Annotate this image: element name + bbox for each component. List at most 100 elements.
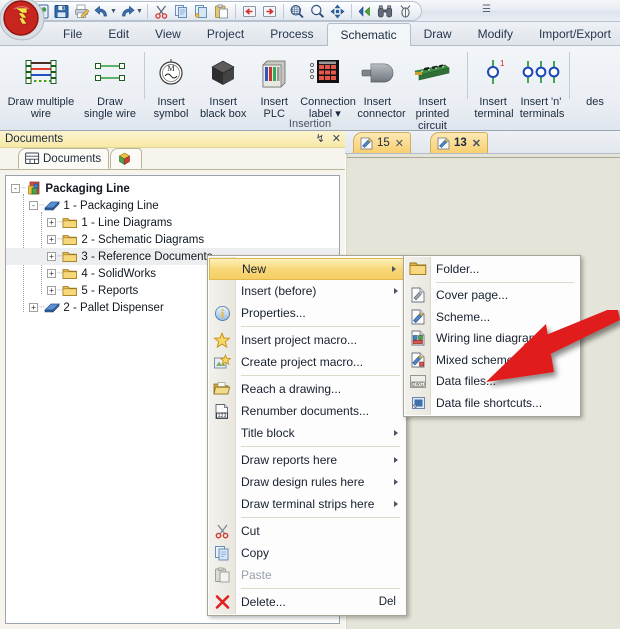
tree-node-schematic-diagrams[interactable]: + ┄ 2 - Schematic Diagrams (6, 231, 339, 248)
ribbon-insert-plc[interactable]: Insert PLC (252, 48, 296, 120)
tree-node-packaging-line[interactable]: - ┄ Packaging Line (6, 180, 339, 197)
menu-item-properties[interactable]: Properties... (208, 302, 406, 324)
tree-expander[interactable]: + (47, 235, 56, 244)
submenu-item-data-file-shortcuts[interactable]: Data file shortcuts... (404, 392, 580, 414)
bug-icon[interactable] (396, 2, 415, 20)
redo-dropdown-icon[interactable]: ▼ (136, 8, 143, 15)
menu-separator (241, 446, 400, 447)
ribbon-label: Connection label ▾ (300, 96, 356, 120)
previous-folio-icon[interactable] (240, 2, 259, 20)
svg-text:M: M (168, 64, 175, 73)
tree-expander[interactable]: + (47, 252, 56, 261)
submenu-item-folder[interactable]: Folder... (404, 258, 580, 280)
editor-tab-13[interactable]: 13 ✕ (430, 132, 489, 153)
tab-project[interactable]: Project (194, 23, 257, 46)
menu-item-new[interactable]: New (209, 258, 405, 280)
submenu-item-cover-page[interactable]: Cover page... (404, 285, 580, 307)
tree-node-1-packaging-line[interactable]: - ┄ 1 - Packaging Line (6, 197, 339, 214)
svg-text:DWG: DWG (412, 381, 423, 386)
copy-icon (212, 544, 232, 562)
info-icon (212, 304, 232, 322)
close-icon[interactable]: ✕ (395, 137, 404, 150)
tab-process[interactable]: Process (257, 23, 326, 46)
redo-icon[interactable] (118, 2, 137, 20)
submenu-item-mixed-scheme[interactable]: Mixed scheme... (404, 349, 580, 371)
save-icon[interactable] (52, 2, 71, 20)
close-icon[interactable]: ✕ (332, 134, 341, 145)
tree-expander[interactable]: + (47, 286, 56, 295)
menu-item-copy[interactable]: Copy (208, 542, 406, 564)
panel-tab-components[interactable] (110, 148, 142, 169)
zoom-icon[interactable] (308, 2, 327, 20)
copy-icon[interactable] (172, 2, 191, 20)
svg-text:123: 123 (217, 413, 226, 419)
tree-connector: ┄ (57, 268, 63, 278)
pin-icon[interactable]: ↯ (316, 134, 325, 145)
menu-item-title-block[interactable]: Title block (208, 422, 406, 444)
tab-edit[interactable]: Edit (95, 23, 142, 46)
menu-item-draw-design-rules-here[interactable]: Draw design rules here (208, 471, 406, 493)
tree-connector: ┄ (39, 200, 45, 210)
menu-item-draw-terminal-strips-here[interactable]: Draw terminal strips here (208, 493, 406, 515)
submenu-item-scheme[interactable]: Scheme... (404, 306, 580, 328)
zoom-window-icon[interactable] (288, 2, 307, 20)
menu-item-label: Draw terminal strips here (241, 497, 375, 511)
ribbon-draw-single-wire[interactable]: Draw single wire (79, 48, 141, 120)
ribbon-insert-n-terminals[interactable]: Insert 'n' terminals (516, 48, 566, 120)
tab-draw[interactable]: Draw (411, 23, 465, 46)
tab-schematic[interactable]: Schematic (326, 23, 411, 46)
print-icon[interactable] (72, 2, 91, 20)
menu-item-insert-before[interactable]: Insert (before) (208, 280, 406, 302)
ribbon-connection-label[interactable]: Connection label ▾ (296, 48, 356, 120)
paste-icon[interactable] (212, 2, 231, 20)
copy-special-icon[interactable] (192, 2, 211, 20)
tree-expander[interactable]: + (47, 218, 56, 227)
tree-node-label: 5 - Reports (81, 284, 139, 297)
ribbon-draw-multiple-wire[interactable]: Draw multiple wire (3, 48, 79, 120)
menu-item-reach-a-drawing[interactable]: Reach a drawing... (208, 378, 406, 400)
submenu-arrow-icon (394, 288, 398, 294)
submenu-item-data-files[interactable]: DWG Data files... (404, 371, 580, 393)
cut-icon[interactable] (152, 2, 171, 20)
tree-connector: ┄ (57, 285, 63, 295)
application-window: ▼ ▼ ☰ File Edit View Project Process Sch… (0, 0, 620, 629)
binoculars-icon[interactable] (376, 2, 395, 20)
single-wire-icon (93, 52, 127, 94)
ribbon-insert-black-box[interactable]: Insert black box (194, 48, 252, 120)
next-folio-icon[interactable] (260, 2, 279, 20)
tab-modify[interactable]: Modify (465, 23, 526, 46)
panel-tab-documents[interactable]: Documents (18, 148, 110, 169)
folder-icon (62, 267, 78, 281)
ribbon-design-clipped[interactable]: des (573, 48, 617, 108)
tree-node-line-diagrams[interactable]: + ┄ 1 - Line Diagrams (6, 214, 339, 231)
tree-expander[interactable]: + (47, 269, 56, 278)
menu-item-delete[interactable]: Delete... Del (208, 591, 406, 613)
toolbar-separator (282, 3, 284, 19)
ribbon-insert-connector[interactable]: Insert connector (353, 48, 406, 120)
ribbon-insert-terminal[interactable]: 1 Insert terminal (470, 48, 515, 120)
submenu-item-wiring-line-diagram[interactable]: Wiring line diagram... (404, 328, 580, 350)
undo-dropdown-icon[interactable]: ▼ (110, 8, 117, 15)
close-icon[interactable]: ✕ (472, 137, 481, 150)
ribbon-label: Insert 'n' terminals (519, 96, 565, 120)
tree-expander[interactable]: - (11, 184, 20, 193)
editor-tab-15[interactable]: 15 ✕ (353, 132, 412, 153)
navigate-icon[interactable] (356, 2, 375, 20)
menu-item-renumber-documents[interactable]: 123 Renumber documents... (208, 400, 406, 422)
undo-icon[interactable] (92, 2, 111, 20)
tree-expander[interactable]: - (29, 201, 38, 210)
toolbar-overflow-icon[interactable]: ☰ (482, 4, 491, 15)
menu-item-label: Properties... (241, 306, 306, 320)
tab-file[interactable]: File (50, 23, 95, 46)
tree-expander[interactable]: + (29, 303, 38, 312)
menu-separator (241, 375, 400, 376)
tab-import-export[interactable]: Import/Export (526, 23, 620, 46)
menu-item-insert-project-macro[interactable]: Insert project macro... (208, 329, 406, 351)
menu-item-cut[interactable]: Cut (208, 520, 406, 542)
menu-item-paste: Paste (208, 564, 406, 586)
menu-item-draw-reports-here[interactable]: Draw reports here (208, 449, 406, 471)
pan-icon[interactable] (328, 2, 347, 20)
menu-item-create-project-macro[interactable]: Create project macro... (208, 351, 406, 373)
ribbon-insert-symbol[interactable]: M Insert symbol (148, 48, 194, 120)
tab-view[interactable]: View (142, 23, 194, 46)
